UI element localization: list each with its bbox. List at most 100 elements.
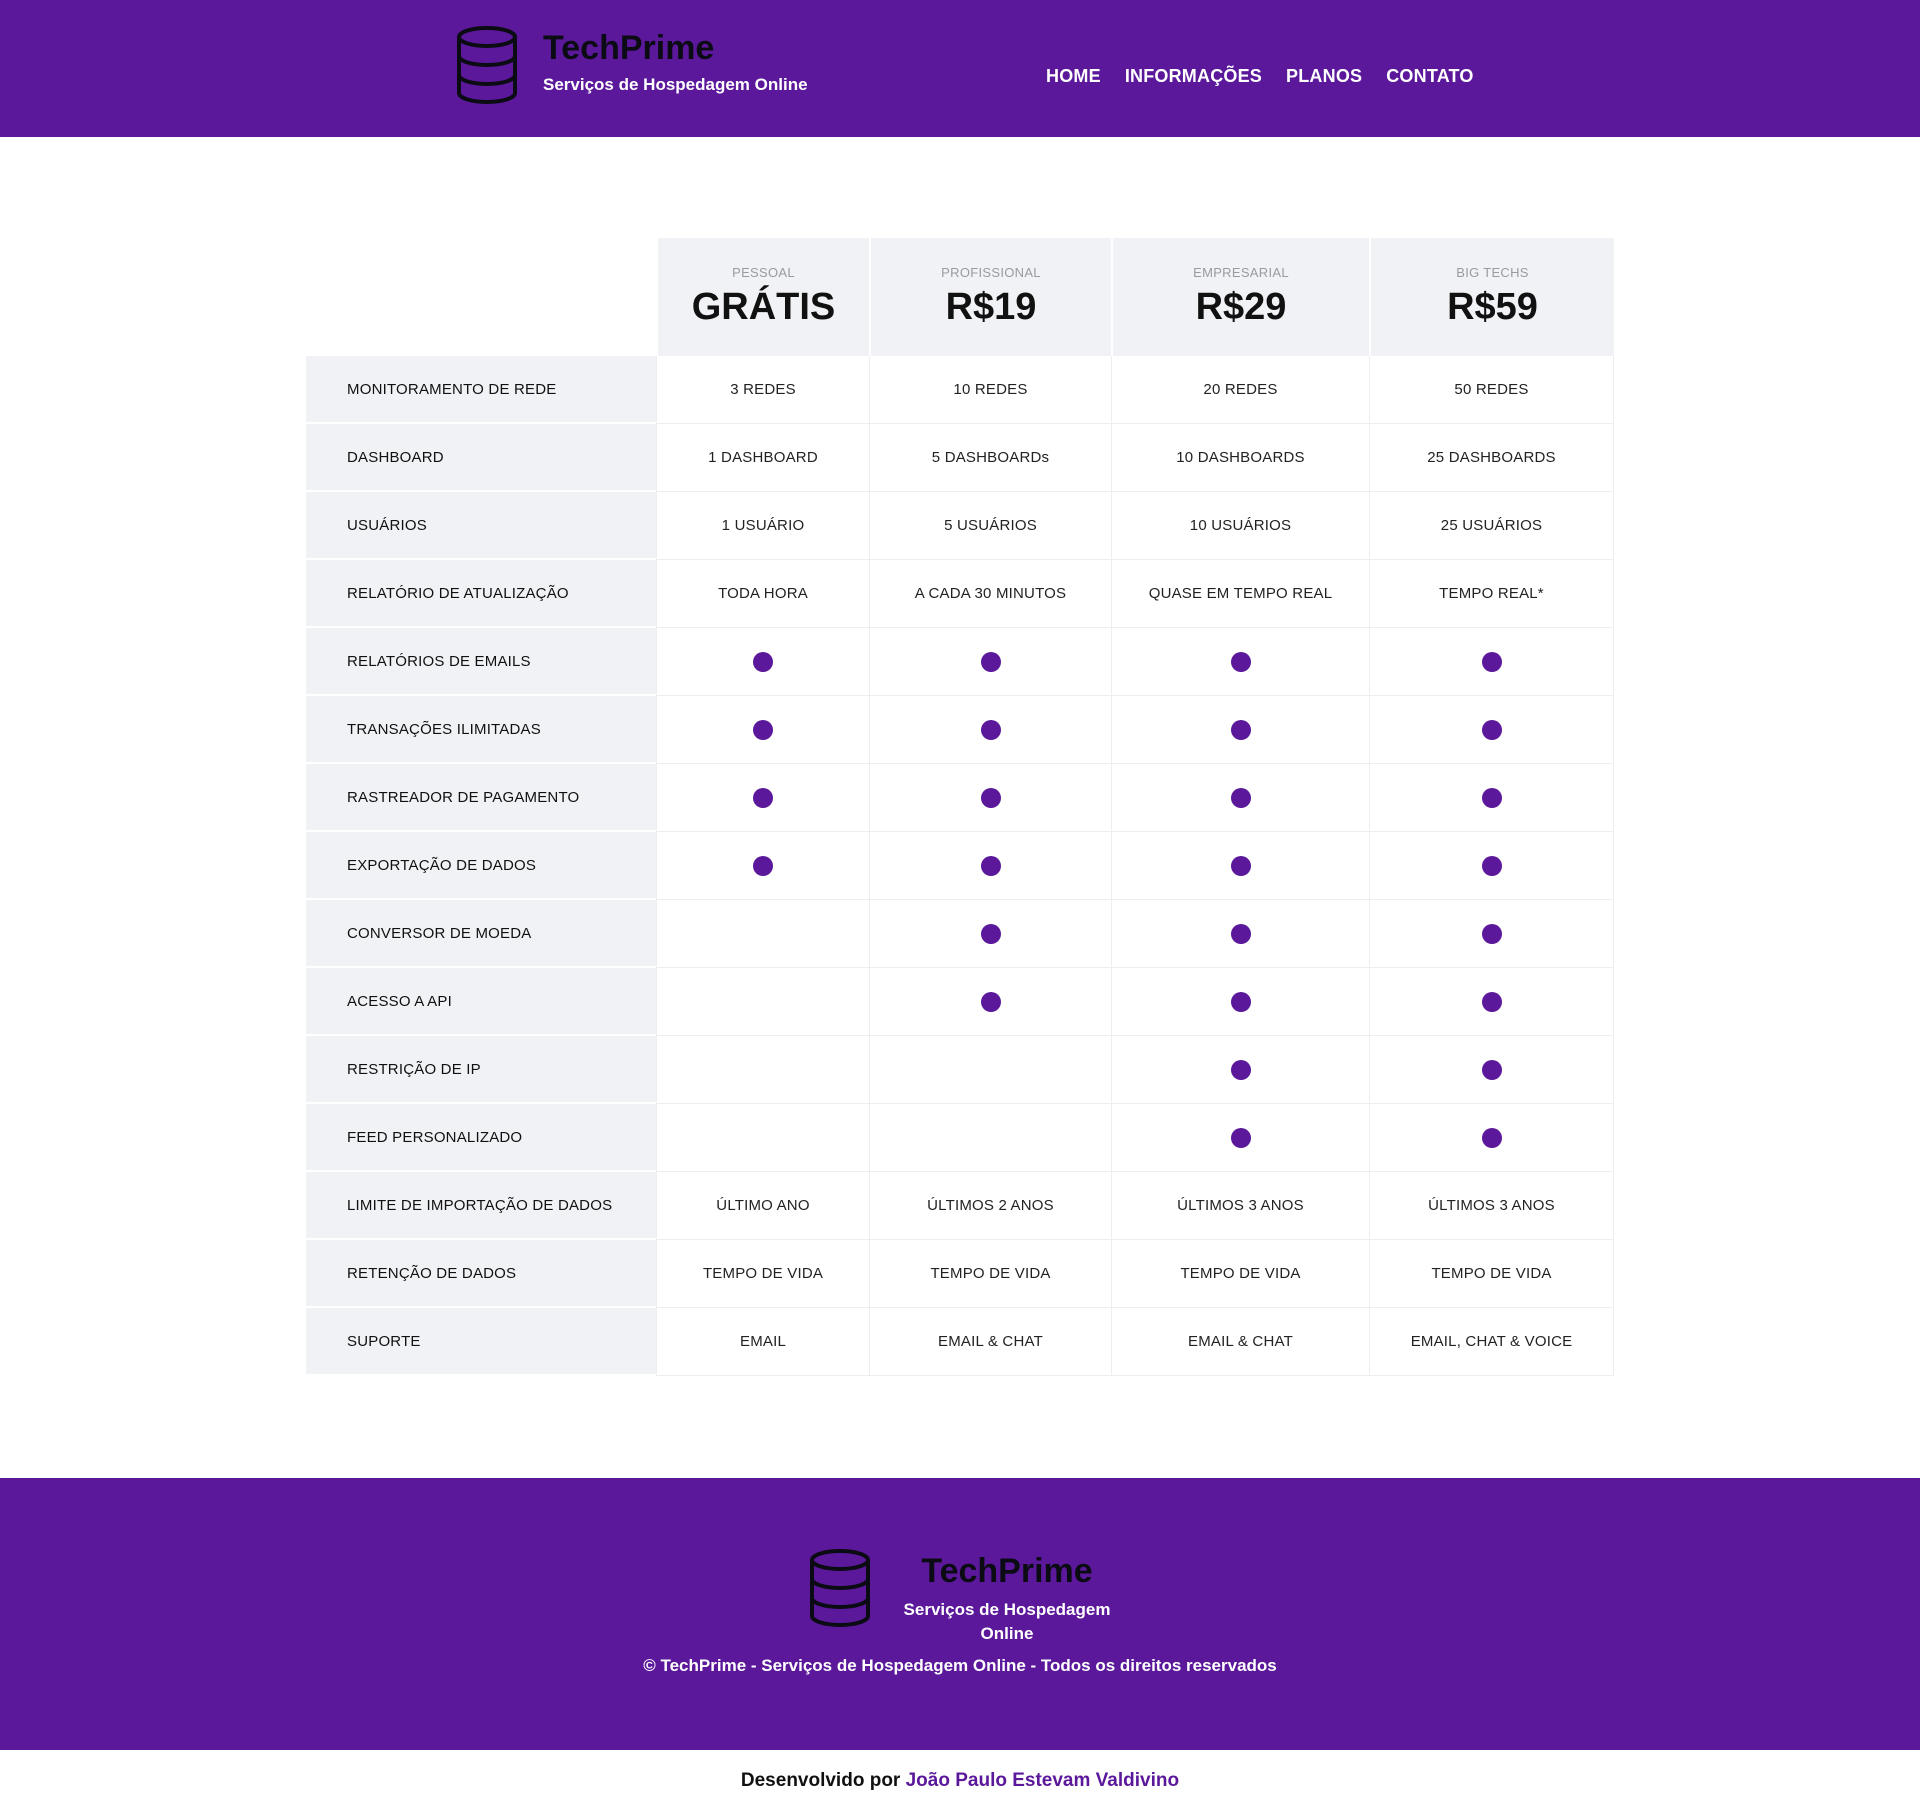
feature-cell [1369, 764, 1614, 832]
site-header: TechPrime Serviços de Hospedagem Online … [0, 0, 1920, 137]
plan-price: R$29 [1195, 286, 1287, 328]
feature-cell: ÚLTIMOS 3 ANOS [1369, 1172, 1614, 1240]
feature-row: EXPORTAÇÃO DE DADOS [306, 832, 1614, 900]
brand-title: TechPrime [543, 29, 715, 67]
plan-name: PESSOAL [732, 265, 795, 280]
feature-cell: TEMPO DE VIDA [1369, 1240, 1614, 1308]
nav-informacoes[interactable]: INFORMAÇÕES [1125, 66, 1262, 87]
feature-cell [1111, 696, 1369, 764]
feature-cell [869, 968, 1111, 1036]
feature-cell [656, 900, 869, 968]
feature-name: DASHBOARD [306, 424, 656, 492]
feature-cell: EMAIL & CHAT [1111, 1308, 1369, 1376]
header-spacer [306, 238, 656, 356]
feature-row: CONVERSOR DE MOEDA [306, 900, 1614, 968]
feature-cell [1369, 628, 1614, 696]
feature-cell: EMAIL [656, 1308, 869, 1376]
feature-cell: TODA HORA [656, 560, 869, 628]
feature-row: RELATÓRIO DE ATUALIZAÇÃO TODA HORA A CADA … [306, 560, 1614, 628]
plan-name: PROFISSIONAL [941, 265, 1041, 280]
site-footer: TechPrime Serviços de Hospedagem Online … [0, 1478, 1920, 1750]
included-dot-icon [1230, 1127, 1251, 1148]
feature-cell [1111, 900, 1369, 968]
feature-cell: ÚLTIMOS 3 ANOS [1111, 1172, 1369, 1240]
feature-cell [1369, 832, 1614, 900]
feature-row: TRANSAÇÕES ILIMITADAS [306, 696, 1614, 764]
feature-name: MONITORAMENTO DE REDE [306, 356, 656, 424]
feature-cell [656, 1104, 869, 1172]
included-dot-icon [1481, 1059, 1502, 1080]
feature-cell [869, 1104, 1111, 1172]
nav-contato[interactable]: CONTATO [1386, 66, 1473, 87]
database-icon [457, 26, 517, 104]
feature-cell [1111, 628, 1369, 696]
feature-cell [1111, 764, 1369, 832]
included-dot-icon [1481, 923, 1502, 944]
included-dot-icon [1481, 787, 1502, 808]
feature-cell: A CADA 30 MINUTOS [869, 560, 1111, 628]
author-link[interactable]: João Paulo Estevam Valdivino [906, 1770, 1180, 1791]
brand[interactable]: TechPrime Serviços de Hospedagem Online [455, 25, 808, 105]
plan-name: EMPRESARIAL [1193, 265, 1289, 280]
feature-cell: EMAIL & CHAT [869, 1308, 1111, 1376]
included-dot-icon [1230, 991, 1251, 1012]
included-dot-icon [980, 855, 1001, 876]
included-dot-icon [980, 923, 1001, 944]
plan-price: R$19 [945, 286, 1037, 328]
feature-name: LIMITE DE IMPORTAÇÃO DE DADOS [306, 1172, 656, 1240]
footer-brand-subtitle: Serviços de Hospedagem Online [903, 1600, 1111, 1643]
feature-cell: TEMPO DE VIDA [1111, 1240, 1369, 1308]
feature-row: RASTREADOR DE PAGAMENTO [306, 764, 1614, 832]
feature-cell: 1 DASHBOARD [656, 424, 869, 492]
feature-cell: QUASE EM TEMPO REAL [1111, 560, 1369, 628]
feature-cell: 10 DASHBOARDS [1111, 424, 1369, 492]
copyright-text: © TechPrime - Serviços de Hospedagem Onl… [643, 1656, 1277, 1675]
feature-cell [1369, 1104, 1614, 1172]
feature-cell: TEMPO DE VIDA [656, 1240, 869, 1308]
brand-subtitle: Serviços de Hospedagem Online [543, 75, 808, 94]
feature-cell [869, 696, 1111, 764]
feature-cell: 5 DASHBOARDs [869, 424, 1111, 492]
feature-name: RESTRIÇÃO DE IP [306, 1036, 656, 1104]
feature-cell [656, 1036, 869, 1104]
feature-row: RESTRIÇÃO DE IP [306, 1036, 1614, 1104]
included-dot-icon [1230, 855, 1251, 876]
main-nav: HOME INFORMAÇÕES PLANOS CONTATO [1046, 66, 1474, 87]
pricing-table: PESSOAL GRÁTIS PROFISSIONAL R$19 EMPRESA… [306, 238, 1614, 1376]
included-dot-icon [753, 855, 773, 876]
feature-cell: 10 USUÁRIOS [1111, 492, 1369, 560]
feature-cell [1111, 968, 1369, 1036]
plan-name: BIG TECHS [1456, 265, 1529, 280]
plan-head-pessoal: PESSOAL GRÁTIS [656, 238, 869, 356]
credit-prefix: Desenvolvido por [740, 1770, 901, 1791]
feature-row: MONITORAMENTO DE REDE 3 REDES 10 REDES 20 R… [306, 356, 1614, 424]
included-dot-icon [1481, 651, 1502, 672]
footer-brand-title: TechPrime [921, 1552, 1093, 1590]
feature-cell: 25 USUÁRIOS [1369, 492, 1614, 560]
nav-home[interactable]: HOME [1046, 66, 1101, 87]
feature-cell: 20 REDES [1111, 356, 1369, 424]
footer-brand: TechPrime Serviços de Hospedagem Online [808, 1548, 1117, 1646]
developer-credit: Desenvolvido por João Paulo Estevam Vald… [0, 1770, 1920, 1792]
feature-name: RASTREADOR DE PAGAMENTO [306, 764, 656, 832]
included-dot-icon [1230, 651, 1251, 672]
plan-price: R$59 [1447, 286, 1538, 328]
included-dot-icon [1481, 719, 1502, 740]
included-dot-icon [1481, 1127, 1502, 1148]
feature-row: USUÁRIOS 1 USUÁRIO 5 USUÁRIOS 10 USUÁRIOS 25… [306, 492, 1614, 560]
feature-name: USUÁRIOS [306, 492, 656, 560]
plans-header-row: PESSOAL GRÁTIS PROFISSIONAL R$19 EMPRESA… [306, 238, 1614, 356]
feature-cell [869, 628, 1111, 696]
feature-cell [1369, 968, 1614, 1036]
feature-cell [656, 832, 869, 900]
feature-name: FEED PERSONALIZADO [306, 1104, 656, 1172]
included-dot-icon [753, 787, 773, 808]
included-dot-icon [1481, 991, 1502, 1012]
included-dot-icon [1230, 1059, 1251, 1080]
feature-cell [656, 696, 869, 764]
feature-cell [656, 628, 869, 696]
feature-cell: 10 REDES [869, 356, 1111, 424]
included-dot-icon [980, 787, 1001, 808]
nav-planos[interactable]: PLANOS [1286, 66, 1362, 87]
feature-cell [1111, 1036, 1369, 1104]
